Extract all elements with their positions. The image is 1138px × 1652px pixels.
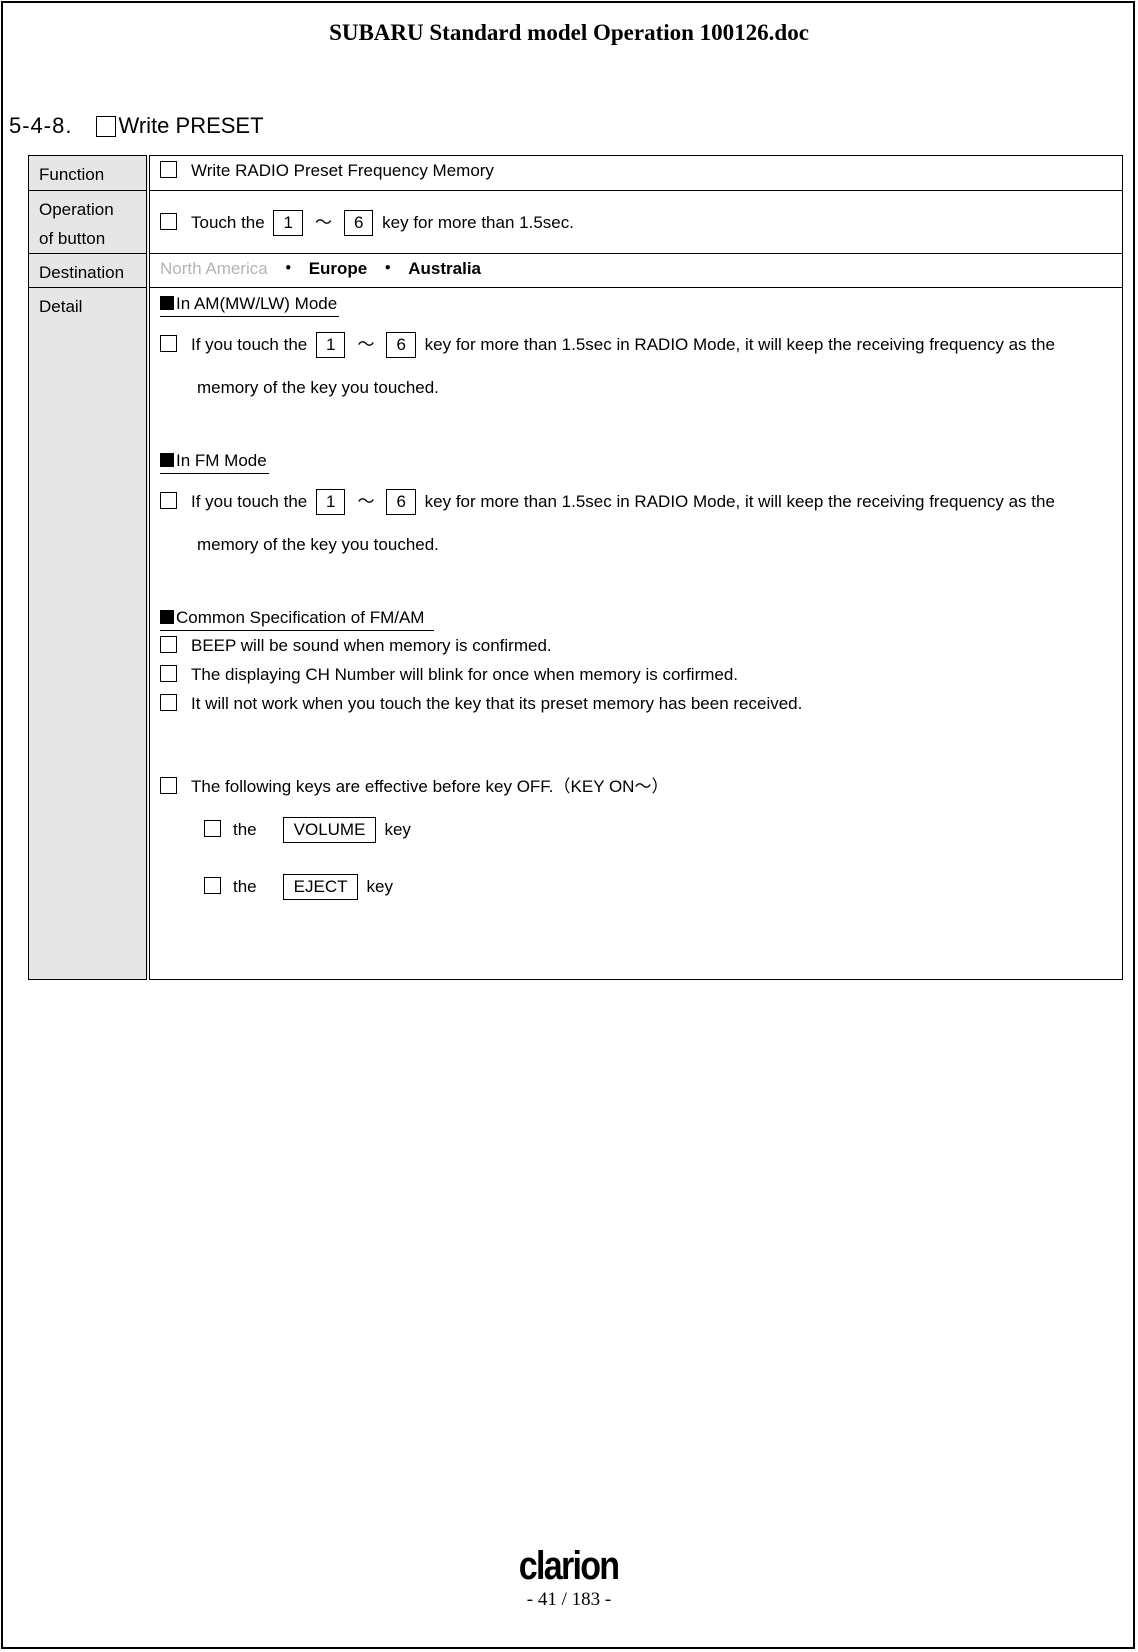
am-suffix: key for more than 1.5sec in RADIO Mode, … <box>424 335 1055 354</box>
common-spec-heading: Common Specification of FM/AM <box>160 606 435 631</box>
volume-key: VOLUME <box>282 817 377 843</box>
destination-row: Destination North America ・ Europe ・ Austral… <box>28 253 1123 288</box>
detail-row: Detail In AM(MW/LW) Mode If you touch th… <box>28 287 1123 980</box>
function-text: Write RADIO Preset Frequency Memory <box>191 161 494 180</box>
fm-heading-text: In FM Mode <box>176 451 267 470</box>
black-square-icon <box>160 296 174 310</box>
key-1: 1 <box>273 210 303 236</box>
detail-content: In AM(MW/LW) Mode If you touch the 1 ～ 6 k… <box>147 287 1123 980</box>
am-mode-heading: In AM(MW/LW) Mode <box>160 292 340 317</box>
operation-suffix: key for more than 1.5sec. <box>382 213 574 232</box>
function-row: Function Write RADIO Preset Frequency Me… <box>28 155 1123 191</box>
checkbox-icon <box>160 213 177 230</box>
key-prefix: the <box>233 877 257 896</box>
effective-key-item: the EJECT key <box>160 858 1112 915</box>
destination-europe: Europe <box>308 259 368 278</box>
function-content: Write RADIO Preset Frequency Memory <box>147 155 1123 191</box>
tilde: ～ <box>357 492 375 511</box>
section-number: 5-4-8. <box>9 113 73 138</box>
spec-table: Function Write RADIO Preset Frequency Me… <box>28 155 1123 980</box>
separator: ・ <box>279 259 297 278</box>
common-item-text: BEEP will be sound when memory is confir… <box>191 636 552 655</box>
document-title: SUBARU Standard model Operation 100126.d… <box>329 20 809 45</box>
operation-label-line2: of button <box>39 229 106 248</box>
common-item: The displaying CH Number will blink for … <box>160 660 1112 689</box>
fm-prefix: If you touch the <box>191 492 308 511</box>
destination-north-america: North America <box>160 259 268 278</box>
effective-key-item: the VOLUME key <box>160 801 1112 858</box>
common-item-text: The displaying CH Number will blink for … <box>191 665 739 684</box>
am-mode-paragraph: If you touch the 1 ～ 6 key for more than 1… <box>160 323 1112 409</box>
common-heading-text: Common Specification of FM/AM <box>176 608 425 627</box>
fm-mode-paragraph: If you touch the 1 ～ 6 key for more than 1… <box>160 480 1112 566</box>
key-suffix: key <box>384 820 411 839</box>
footer: clarion - 41 / 183 - <box>0 1545 1138 1611</box>
fm-continuation: memory of the key you touched. <box>197 535 439 554</box>
key-1: 1 <box>315 489 346 515</box>
key-prefix: the <box>233 820 257 839</box>
common-item-text: It will not work when you touch the key … <box>191 694 803 713</box>
checkbox-icon <box>160 335 177 352</box>
fm-mode-heading: In FM Mode <box>160 449 269 474</box>
destination-content: North America ・ Europe ・ Australia <box>147 253 1123 288</box>
black-square-icon <box>160 453 174 467</box>
page-number: - 41 / 183 - <box>526 1589 612 1610</box>
tilde: ～ <box>357 335 375 354</box>
checkbox-icon <box>160 161 177 178</box>
checkbox-icon <box>96 115 117 137</box>
tilde: ～ <box>314 213 332 232</box>
operation-label: Operation of button <box>28 190 150 254</box>
am-prefix: If you touch the <box>191 335 308 354</box>
checkbox-icon <box>160 665 177 682</box>
common-item: It will not work when you touch the key … <box>160 689 1112 718</box>
operation-label-line1: Operation <box>39 200 114 219</box>
am-continuation: memory of the key you touched. <box>197 378 439 397</box>
black-square-icon <box>160 610 174 624</box>
operation-row: Operation of button Touch the 1 ～ 6 key fo… <box>28 190 1123 254</box>
detail-label: Detail <box>28 287 150 980</box>
checkbox-icon <box>160 777 177 794</box>
key-6: 6 <box>386 332 416 358</box>
operation-content: Touch the 1 ～ 6 key for more than 1.5sec. <box>147 190 1123 254</box>
separator: ・ <box>379 259 397 278</box>
common-item: BEEP will be sound when memory is confir… <box>160 631 1112 660</box>
effective-keys-note: The following keys are effective before … <box>160 772 1112 801</box>
eject-key: EJECT <box>282 874 359 900</box>
section-title: Write PRESET <box>118 113 264 138</box>
checkbox-icon <box>160 694 177 711</box>
fm-suffix: key for more than 1.5sec in RADIO Mode, … <box>424 492 1055 511</box>
key-6: 6 <box>343 210 374 236</box>
clarion-logo: clarion <box>519 1544 620 1588</box>
operation-prefix: Touch the <box>191 213 265 232</box>
checkbox-icon <box>204 877 221 894</box>
destination-label: Destination <box>28 253 150 288</box>
am-heading-text: In AM(MW/LW) Mode <box>176 294 338 313</box>
function-label: Function <box>28 155 150 191</box>
key-6: 6 <box>386 489 416 515</box>
section-heading: 5-4-8. Write PRESET <box>9 113 264 139</box>
destination-australia: Australia <box>408 259 482 278</box>
checkbox-icon <box>160 636 177 653</box>
effective-text: The following keys are effective before … <box>191 777 669 796</box>
checkbox-icon <box>204 820 221 837</box>
key-1: 1 <box>315 332 346 358</box>
checkbox-icon <box>160 492 177 509</box>
key-suffix: key <box>366 877 393 896</box>
